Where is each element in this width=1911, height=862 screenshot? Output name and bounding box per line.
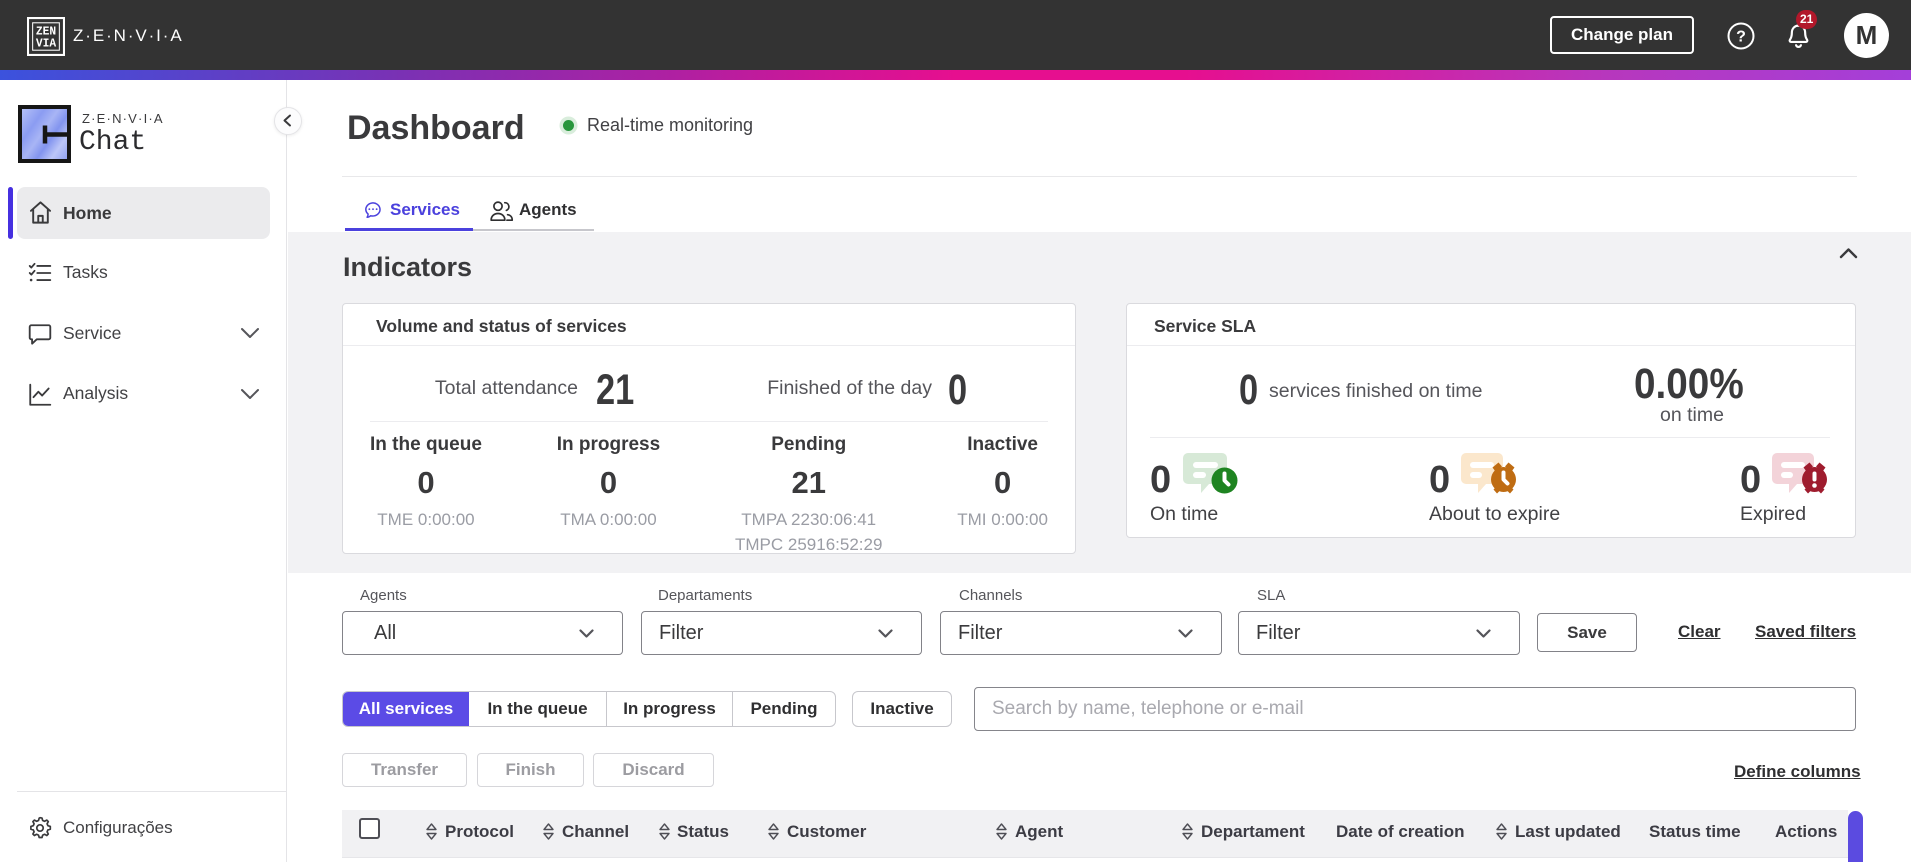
svg-text:?: ? (1736, 29, 1746, 46)
svg-text:VIA: VIA (36, 37, 56, 50)
